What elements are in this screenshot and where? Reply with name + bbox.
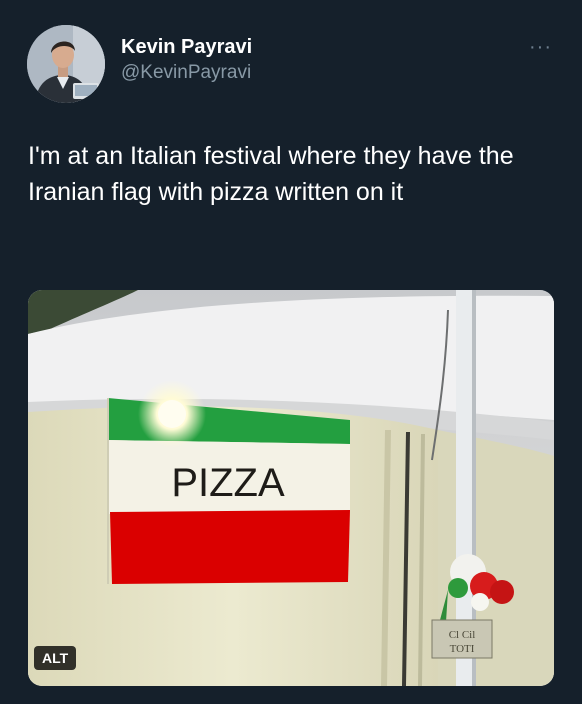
author-names: Kevin Payravi @KevinPayravi bbox=[121, 35, 252, 85]
author-handle[interactable]: @KevinPayravi bbox=[121, 61, 252, 85]
alt-badge[interactable]: ALT bbox=[34, 646, 77, 670]
user-avatar-icon bbox=[27, 25, 105, 103]
sign-text-line2: TOTI bbox=[450, 643, 475, 655]
author-display-name[interactable]: Kevin Payravi bbox=[121, 35, 252, 59]
flag-pizza-text: PIZZA bbox=[171, 461, 285, 505]
author-avatar[interactable] bbox=[27, 25, 105, 103]
ellipsis-icon[interactable]: ··· bbox=[529, 36, 552, 59]
sign-text-line1: Cl Cil bbox=[449, 629, 476, 641]
tweet-header: Kevin Payravi @KevinPayravi bbox=[27, 25, 252, 103]
tweet-card: Kevin Payravi @KevinPayravi ··· I'm at a… bbox=[0, 0, 582, 704]
festival-tent-photo: PIZZA Cl Cil TOTI bbox=[28, 290, 554, 686]
tweet-text: I'm at an Italian festival where they ha… bbox=[28, 142, 514, 206]
tweet-media-photo[interactable]: PIZZA Cl Cil TOTI bbox=[28, 290, 554, 686]
